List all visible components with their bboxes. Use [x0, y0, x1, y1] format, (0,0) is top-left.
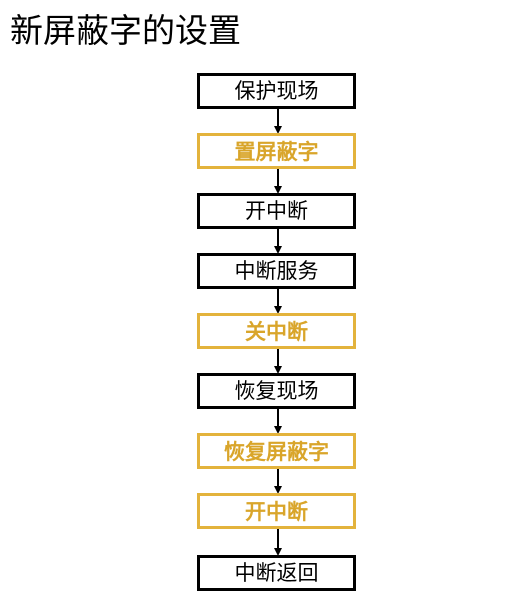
flow-step-1: 保护现场	[197, 73, 356, 109]
flow-step-label: 恢复现场	[234, 378, 319, 403]
flow-step-label: 开中断	[245, 198, 308, 223]
flow-step-4: 中断服务	[197, 253, 356, 289]
flow-step-9: 中断返回	[197, 555, 356, 591]
flow-step-8: 开中断	[197, 493, 356, 529]
flow-step-label: 中断返回	[234, 560, 319, 585]
flow-step-label: 开中断	[245, 498, 308, 524]
flow-step-5: 关中断	[197, 313, 356, 349]
flow-step-7: 恢复屏蔽字	[197, 433, 356, 469]
flow-step-2: 置屏蔽字	[197, 133, 356, 169]
flow-step-3: 开中断	[197, 193, 356, 229]
flow-step-label: 置屏蔽字	[234, 138, 319, 164]
flow-step-label: 保护现场	[234, 78, 319, 103]
flow-step-6: 恢复现场	[197, 373, 356, 409]
flow-step-label: 关中断	[245, 318, 308, 344]
flow-step-label: 中断服务	[234, 258, 319, 283]
flow-step-label: 恢复屏蔽字	[224, 438, 329, 464]
